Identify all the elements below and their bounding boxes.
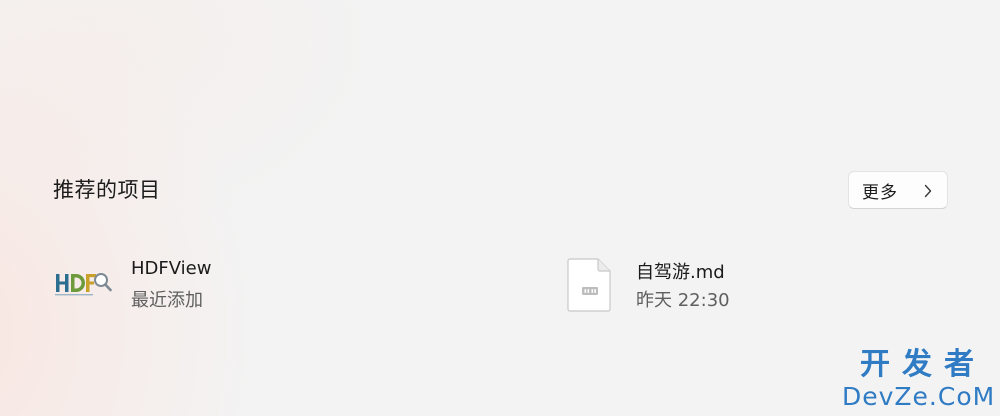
more-button-label: 更多 xyxy=(862,182,898,203)
recommended-item-name: HDFView xyxy=(131,258,212,279)
chevron-right-icon xyxy=(924,184,932,198)
recommended-item-meta: 最近添加 xyxy=(131,290,203,311)
recommended-item-markdown-file[interactable]: 自驾游.md 昨天 22:30 xyxy=(560,250,1000,320)
more-button[interactable]: 更多 xyxy=(848,171,948,209)
recommended-item-meta: 昨天 22:30 xyxy=(636,290,730,311)
watermark-logo: 开发者 DevZe.CoM xyxy=(842,347,996,414)
watermark-line-1: 开发者 xyxy=(860,347,986,382)
recommended-item-name: 自驾游.md xyxy=(636,262,725,283)
markdown-file-icon xyxy=(567,258,611,312)
hdfview-app-icon xyxy=(55,273,112,296)
recommended-item-hdfview[interactable]: HDFView 最近添加 xyxy=(48,250,488,320)
watermark-line-2: DevZe.CoM xyxy=(842,382,996,411)
section-title: 推荐的项目 xyxy=(53,178,161,202)
